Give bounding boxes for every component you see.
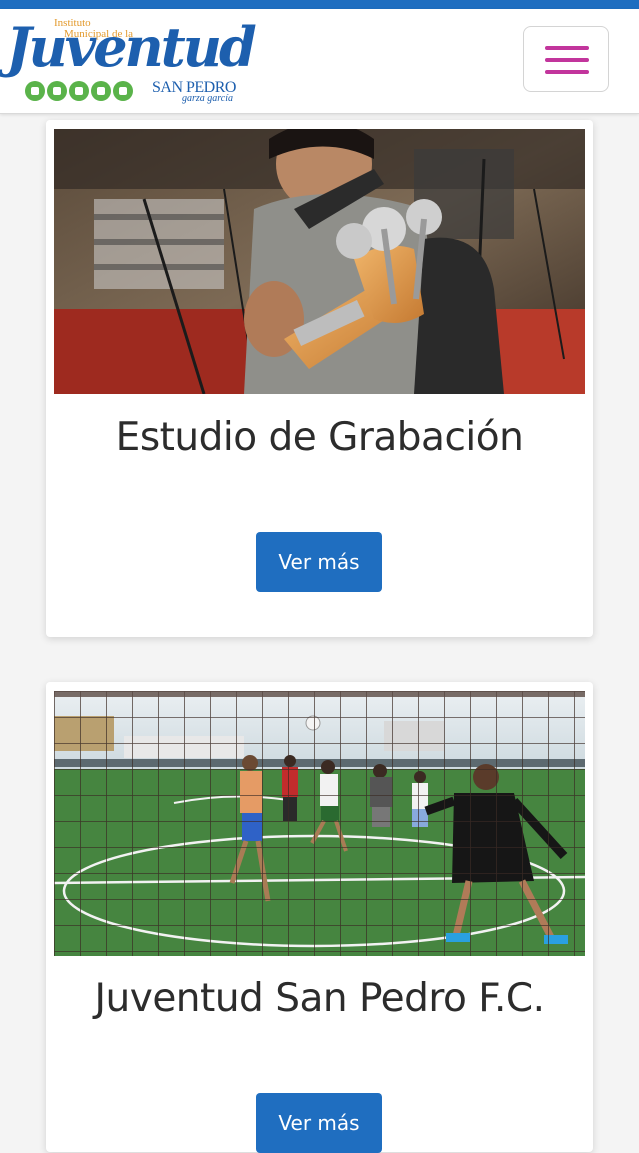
card-title: Estudio de Grabación	[115, 415, 524, 460]
briefcase-icon	[69, 81, 89, 101]
card-juventud-fc: Juventud San Pedro F.C. Ver más	[46, 682, 593, 1153]
bottle-icon	[113, 81, 133, 101]
card-title: Juventud San Pedro F.C.	[94, 976, 545, 1021]
card-estudio-grabacion: Estudio de Grabación Ver más	[46, 120, 593, 637]
ver-mas-button[interactable]: Ver más	[256, 1093, 382, 1153]
ver-mas-button[interactable]: Ver más	[256, 532, 382, 592]
soccer-players-goal-net-photo	[54, 691, 585, 956]
logo-wordmark: Juventud	[6, 15, 257, 79]
logo-tagline: garza garcía	[182, 93, 234, 104]
site-header: Instituto Municipal de la Juventud SAN P…	[0, 9, 639, 114]
ball-icon	[91, 81, 111, 101]
site-logo[interactable]: Instituto Municipal de la Juventud SAN P…	[6, 13, 257, 107]
logo-icon-row	[25, 81, 133, 101]
menu-toggle-button[interactable]	[523, 26, 609, 92]
guitarist-recording-studio-photo	[54, 129, 585, 394]
book-icon	[25, 81, 45, 101]
top-accent-bar	[0, 0, 639, 9]
theater-mask-icon	[47, 81, 67, 101]
